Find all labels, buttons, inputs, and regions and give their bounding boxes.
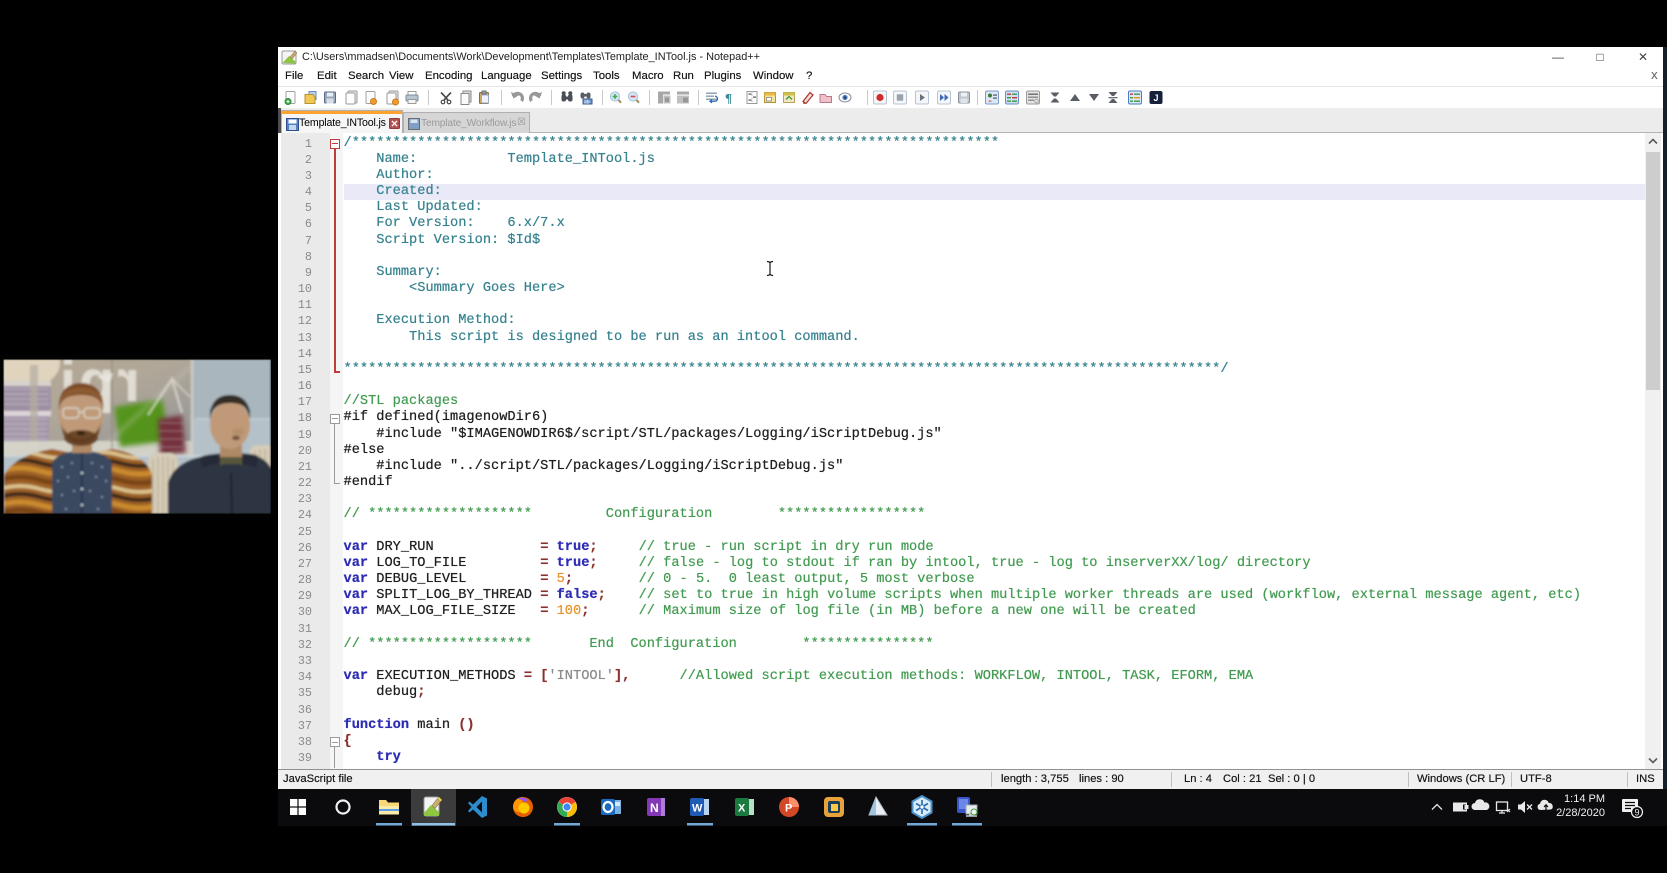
svg-text:P: P (785, 803, 792, 815)
svg-text:2/28/2020: 2/28/2020 (1556, 807, 1605, 819)
svg-text:W: W (692, 803, 703, 815)
svg-text:J: J (1154, 93, 1159, 103)
svg-text:N: N (650, 801, 659, 815)
svg-text:¶: ¶ (725, 90, 732, 105)
svg-text:9: 9 (1634, 807, 1639, 817)
svg-text:X: X (738, 803, 746, 815)
svg-text:1:14 PM: 1:14 PM (1564, 793, 1605, 805)
svg-text:ab: ab (584, 99, 590, 105)
